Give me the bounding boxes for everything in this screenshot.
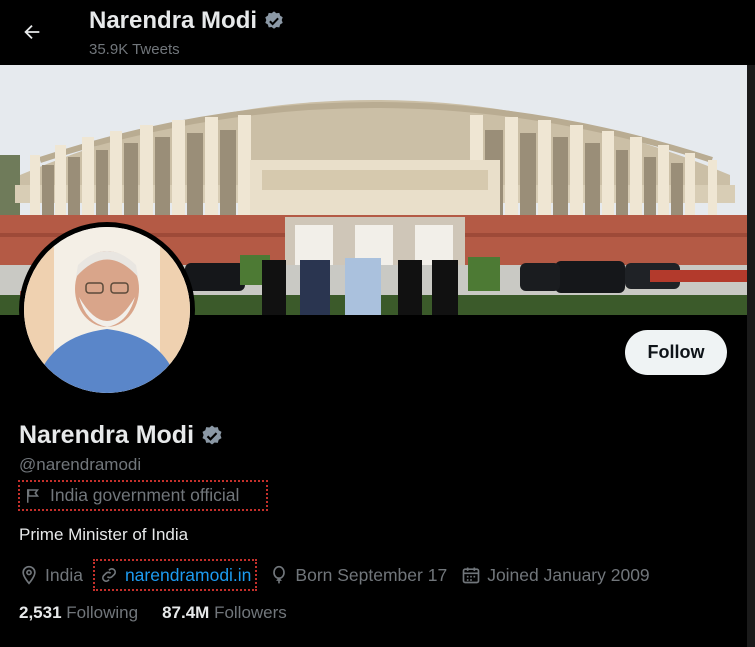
affiliation-text: India government official <box>50 485 240 505</box>
location-item: India <box>19 565 83 586</box>
back-arrow-icon <box>24 24 40 40</box>
website-text[interactable]: narendramodi.in <box>125 565 251 586</box>
location-pin-icon <box>22 565 36 585</box>
scrollbar-track[interactable] <box>747 65 755 647</box>
calendar-icon <box>462 567 480 584</box>
profile-meta: India narendramodi.in Born September 17 … <box>19 559 664 591</box>
profile-header: Narendra Modi 35.9K Tweets <box>0 0 755 65</box>
following-link[interactable]: 2,531 Following <box>19 603 138 623</box>
joined-item: Joined January 2009 <box>461 564 650 586</box>
flag-icon <box>27 488 39 503</box>
followers-link[interactable]: 87.4M Followers <box>162 603 287 623</box>
affiliation-label[interactable]: India government official <box>18 480 268 511</box>
profile-name-row: Narendra Modi <box>19 421 224 450</box>
profile-bio: Prime Minister of India <box>19 525 189 544</box>
header-name: Narendra Modi <box>89 7 258 34</box>
follow-button[interactable]: Follow <box>625 330 727 375</box>
birthday-item: Born September 17 <box>269 565 447 586</box>
joined-text: Joined January 2009 <box>487 564 650 585</box>
following-label: Following <box>66 603 139 622</box>
profile-name: Narendra Modi <box>19 421 195 449</box>
avatar-photo <box>24 227 190 393</box>
back-button[interactable] <box>14 14 50 50</box>
link-icon <box>102 568 116 582</box>
profile-avatar[interactable] <box>19 222 195 398</box>
location-text: India <box>45 564 83 585</box>
balloon-icon <box>273 565 286 584</box>
website-link[interactable]: narendramodi.in <box>92 559 258 591</box>
birthday-text: Born September 17 <box>295 564 448 585</box>
verified-badge-icon <box>265 11 283 29</box>
header-title: Narendra Modi <box>89 7 285 35</box>
following-count: 2,531 <box>19 603 67 622</box>
profile-stats: 2,531 Following 87.4M Followers <box>19 603 287 623</box>
followers-count: 87.4M <box>162 603 215 622</box>
followers-label: Followers <box>214 603 287 622</box>
tweet-count: 35.9K Tweets <box>89 41 180 58</box>
verified-badge-icon[interactable] <box>200 424 224 448</box>
profile-handle: @narendramodi <box>19 455 142 474</box>
